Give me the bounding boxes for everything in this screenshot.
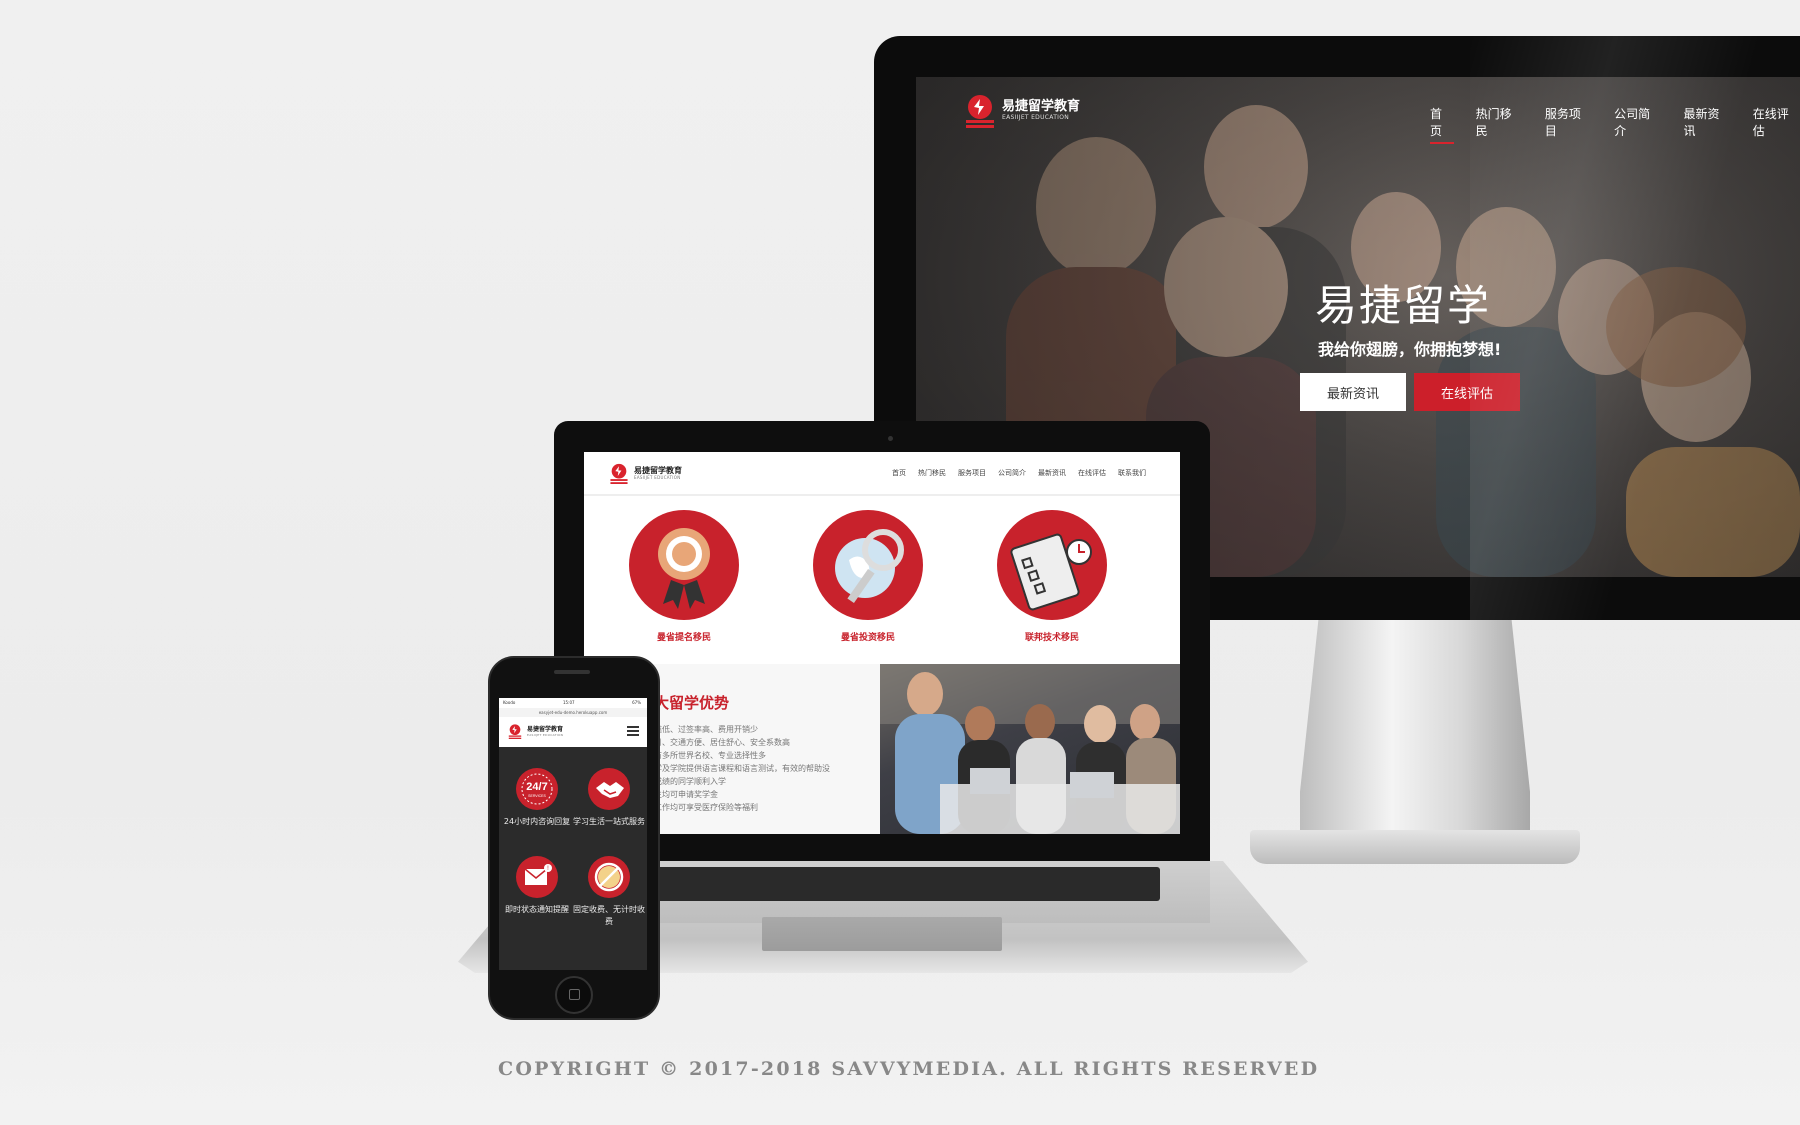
laptop-header: 易捷留学教育 EASIIJET EDUCATION 首页 热门移民 服务项目 公… [584, 452, 1180, 496]
imac-stand [1300, 620, 1530, 840]
logo-name: 易捷留学教育 [1002, 98, 1081, 114]
clock-24-7-icon: 24/7 SERVICES [516, 768, 558, 810]
nav-about[interactable]: 公司简介 [1614, 105, 1661, 144]
mobile-logo[interactable]: 易捷留学教育 EASIIJET EDUCATION [507, 721, 563, 741]
logo-sub: EASIIJET EDUCATION [634, 475, 681, 480]
carrier: Koodo [503, 700, 516, 705]
service-card-investor[interactable]: 曼省投资移民 [788, 510, 948, 643]
nav-evaluation[interactable]: 在线评估 [1078, 468, 1106, 478]
feature-one-stop: 学习生活一站式服务 [573, 768, 645, 828]
logo-name: 易捷留学教育 [634, 466, 682, 475]
address-bar[interactable]: easyjet-edu-demo.herokuapp.com [499, 708, 647, 717]
nav-hot-immigration[interactable]: 热门移民 [918, 468, 946, 478]
nav-news[interactable]: 最新资讯 [1683, 105, 1730, 144]
handshake-icon [588, 768, 630, 810]
laptop-logo[interactable]: 易捷留学教育 EASIIJET EDUCATION [608, 460, 682, 486]
logo-sub: EASIIJET EDUCATION [527, 732, 564, 737]
phone-speaker [554, 670, 590, 674]
nav-about[interactable]: 公司简介 [998, 468, 1026, 478]
service-label: 曼省投资移民 [840, 633, 895, 643]
service-card-provincial-nominee[interactable]: 曼省提名移民 [604, 510, 764, 643]
latest-news-button[interactable]: 最新资讯 [1300, 373, 1406, 411]
nav-services[interactable]: 服务项目 [958, 468, 986, 478]
service-card-skilled-worker[interactable]: 联邦技术移民 [972, 510, 1132, 643]
mobile-site-screen: Koodo 15:07 67% easyjet-edu-demo.herokua… [499, 698, 647, 970]
advantages-title: 大留学优势 [654, 694, 730, 712]
nav-hot-immigration[interactable]: 热门移民 [1476, 105, 1523, 144]
logo-mark-icon [610, 463, 628, 484]
hamburger-menu-icon[interactable] [627, 726, 639, 736]
nav-evaluation[interactable]: 在线评估 [1753, 105, 1800, 144]
no-timer-icon [588, 856, 630, 898]
advantage-line: 工作均可享受医疗保险等福利 [654, 803, 758, 812]
feature-label: 24小时内咨询回复 [503, 817, 571, 826]
logo-sub: EASIIJET EDUCATION [1002, 113, 1070, 121]
desktop-nav: 首页 热门移民 服务项目 公司简介 最新资讯 在线评估 [1430, 105, 1800, 144]
mobile-header: 易捷留学教育 EASIIJET EDUCATION [499, 717, 647, 747]
phone-status-bar: Koodo 15:07 67% [499, 698, 647, 708]
nav-contact[interactable]: 联系我们 [1118, 468, 1146, 478]
clipboard-checklist-icon [997, 510, 1107, 620]
badge-text: 24/7 [526, 781, 547, 793]
service-label: 联邦技术移民 [1024, 633, 1079, 643]
feature-label: 即时状态通知提醒 [505, 905, 569, 914]
battery: 67% [632, 700, 641, 705]
advantage-line: 生均可申请奖学金 [654, 790, 718, 799]
phone-home-button[interactable] [555, 976, 593, 1014]
logo-mark-icon [508, 724, 522, 739]
copyright-text: COPYRIGHT © 2017-2018 SAVVYMEDIA. ALL RI… [498, 1058, 1320, 1080]
feature-fixed-fee: 固定收费、无计时收费 [573, 856, 645, 928]
online-evaluation-button[interactable]: 在线评估 [1414, 373, 1520, 411]
laptop-keyboard [640, 867, 1160, 901]
feature-label: 学习生活一站式服务 [573, 817, 645, 826]
feature-status-notice: ! 即时状态通知提醒 [501, 856, 573, 916]
advantage-line: 成绩的同学顺利入学 [654, 777, 726, 786]
laptop-nav: 首页 热门移民 服务项目 公司简介 最新资讯 在线评估 联系我们 [892, 468, 1146, 478]
feature-24h-reply: 24/7 SERVICES 24小时内咨询回复 [501, 768, 573, 828]
advantage-line: 槛低、过签率高、费用开销少 [654, 725, 758, 734]
laptop-camera [888, 436, 893, 441]
hero-title: 易捷留学 [1315, 281, 1492, 330]
service-label: 曼省提名移民 [656, 633, 711, 643]
nav-home[interactable]: 首页 [1430, 105, 1454, 144]
laptop-site-screen: 易捷留学教育 EASIIJET EDUCATION 首页 热门移民 服务项目 公… [584, 452, 1180, 834]
feature-label: 固定收费、无计时收费 [573, 905, 645, 926]
envelope-alert-icon: ! [516, 856, 558, 898]
badge-sub: SERVICES [528, 794, 546, 798]
award-ribbon-icon [629, 510, 739, 620]
students-photo [880, 664, 1180, 834]
globe-magnifier-icon [813, 510, 923, 620]
nav-home[interactable]: 首页 [892, 468, 906, 478]
clock: 15:07 [563, 700, 575, 705]
logo-mark-icon [966, 95, 994, 128]
advantage-line: 月、交通方便、居住舒心、安全系数高 [654, 738, 790, 747]
imac-base [1250, 830, 1580, 864]
hero-subtitle: 我给你翅膀，你拥抱梦想! [1318, 340, 1502, 359]
advantage-line: 学及学院提供语言课程和语言测试，有效的帮助没 [654, 764, 830, 773]
nav-services[interactable]: 服务项目 [1545, 105, 1592, 144]
logo-name: 易捷留学教育 [527, 725, 564, 733]
laptop-trackpad [762, 917, 1002, 951]
desktop-logo[interactable]: 易捷留学教育 EASIIJET EDUCATION [962, 90, 1080, 130]
advantage-line: 有多所世界名校、专业选择性多 [654, 751, 766, 760]
nav-news[interactable]: 最新资讯 [1038, 468, 1066, 478]
